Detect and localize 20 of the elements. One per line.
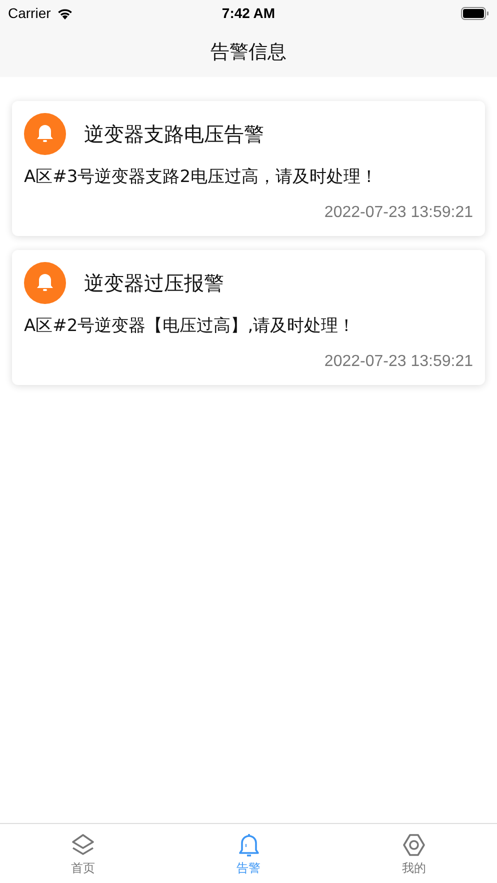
alarm-time: 2022-07-23 13:59:21 [324,353,473,371]
carrier-label: Carrier [8,5,51,21]
battery-icon [461,6,489,20]
bell-icon [24,113,66,155]
alarm-card[interactable]: 逆变器支路电压告警 A区#3号逆变器支路2电压过高，请及时处理！ 2022-07-23 13:59:21 [12,101,485,236]
page-title: 告警信息 [210,40,286,64]
alarm-title: 逆变器过压报警 [84,270,224,296]
wifi-icon [56,6,74,20]
settings-icon [401,832,428,858]
alarm-card[interactable]: 逆变器过压报警 A区#2号逆变器【电压过高】,请及时处理！ 2022-07-23 13:59:21 [12,250,485,385]
tab-item[interactable]: 我的 [331,824,497,883]
alarm-message: A区#2号逆变器【电压过高】,请及时处理！ [24,315,356,337]
bell-icon [24,262,66,304]
alarm-title: 逆变器支路电压告警 [84,120,264,148]
layers-icon [70,832,96,858]
status-time: 7:42 AM [222,5,276,21]
alarm-time: 2022-07-23 13:59:21 [324,204,473,222]
tab-item[interactable]: 告警 [166,824,332,883]
alarm-message: A区#3号逆变器支路2电压过高，请及时处理！ [24,166,379,188]
tab-item[interactable]: 首页 [0,824,166,883]
